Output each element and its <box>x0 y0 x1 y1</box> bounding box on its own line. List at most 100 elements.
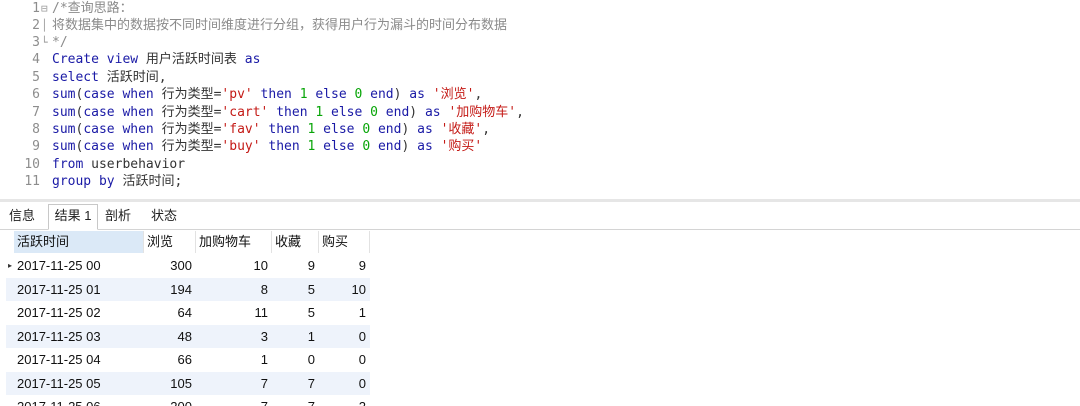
line-number: 4 <box>32 52 40 67</box>
table-row[interactable]: 2017-11-25 02 64 11 5 1 <box>6 301 370 325</box>
code-text: Create view 用户活跃时间表 as <box>52 51 260 69</box>
table-cell[interactable]: 2 <box>319 395 370 406</box>
code-token: sum <box>52 87 76 102</box>
tab-0[interactable]: 信息 <box>0 205 44 228</box>
code-token: end <box>377 105 410 120</box>
sql-editor[interactable]: 1 ⊟/*查询思路： 2 │ 将数据集中的数据按不同时间维度进行分组，获得用户行为漏斗的… <box>0 0 1080 200</box>
table-row[interactable]: 2017-11-25 04 66 1 0 0 <box>6 348 370 372</box>
code-text: sum(case when 行为类型='pv' then 1 else 0 en… <box>52 86 482 104</box>
table-cell[interactable]: 200 <box>144 395 196 406</box>
code-token: select <box>52 70 107 85</box>
table-cell[interactable]: 7 <box>272 372 319 396</box>
table-cell[interactable]: 11 <box>196 301 272 325</box>
table-cell[interactable]: 1 <box>319 301 370 325</box>
column-header[interactable]: 购买 <box>319 231 370 253</box>
table-cell[interactable]: 7 <box>272 395 319 406</box>
table-cell[interactable]: 9 <box>272 254 319 278</box>
code-token: ) <box>401 139 418 154</box>
code-token: 活跃时间; <box>122 174 183 189</box>
table-cell[interactable]: 5 <box>272 278 319 302</box>
table-cell[interactable]: 48 <box>144 325 196 349</box>
code-token: '收藏' <box>440 122 483 137</box>
result-grid[interactable]: 活跃时间 浏览 加购物车 收藏 购买 ▸ 2017-11-25 00 300 10 9 9 2017-… <box>6 231 376 406</box>
table-cell[interactable]: 2017-11-25 01 <box>17 278 147 302</box>
table-cell[interactable]: 9 <box>319 254 370 278</box>
table-cell[interactable]: 300 <box>144 254 196 278</box>
table-cell[interactable]: 2017-11-25 00 <box>17 254 147 278</box>
code-text: sum(case when 行为类型='cart' then 1 else 0 … <box>52 104 524 122</box>
code-text: select 活跃时间, <box>52 69 167 87</box>
table-cell[interactable]: 2017-11-25 03 <box>17 325 147 349</box>
column-header[interactable]: 加购物车 <box>196 231 272 253</box>
table-cell[interactable]: 2017-11-25 04 <box>17 348 147 372</box>
table-cell[interactable]: 10 <box>196 254 272 278</box>
table-cell[interactable]: 7 <box>196 395 272 406</box>
table-cell[interactable]: 2017-11-25 06 <box>17 395 147 406</box>
table-cell[interactable]: 2017-11-25 05 <box>17 372 147 396</box>
table-cell[interactable]: 1 <box>272 325 319 349</box>
table-row[interactable]: 2017-11-25 06200772 <box>6 395 370 406</box>
table-cell[interactable]: 0 <box>319 325 370 349</box>
code-token: 1 <box>315 105 324 120</box>
line-number: 3 <box>32 35 40 50</box>
table-cell[interactable]: 7 <box>196 372 272 396</box>
table-cell[interactable]: 5 <box>272 301 319 325</box>
column-header[interactable]: 活跃时间 <box>14 231 144 253</box>
table-cell[interactable]: 0 <box>319 348 370 372</box>
line-number: 7 <box>32 105 40 120</box>
code-token: /*查询思路： <box>52 1 133 16</box>
tab-3[interactable]: 状态 <box>142 205 186 228</box>
tab-1[interactable]: 结果 1 <box>48 204 98 230</box>
code-token: then <box>260 139 308 154</box>
code-token: Create view <box>52 52 146 67</box>
code-token: then <box>252 87 300 102</box>
table-row[interactable]: 2017-11-25 03 48 3 1 0 <box>6 324 370 349</box>
code-token: 0 <box>370 105 378 120</box>
table-cell[interactable]: 0 <box>319 372 370 396</box>
line-number: 8 <box>32 122 40 137</box>
table-row[interactable]: 2017-11-25 01 194 8 5 10 <box>6 277 370 302</box>
code-token: , <box>516 105 524 120</box>
code-token: ) <box>409 105 425 120</box>
code-token: 活跃时间, <box>106 70 167 85</box>
code-token: then <box>260 122 308 137</box>
table-row[interactable]: ▸ 2017-11-25 00 300 10 9 9 <box>6 254 370 278</box>
fold-guide: │ <box>41 19 48 32</box>
code-token: 'cart' <box>221 105 269 120</box>
column-header[interactable]: 收藏 <box>272 231 319 253</box>
column-header[interactable]: 浏览 <box>144 231 196 253</box>
table-cell[interactable]: 64 <box>144 301 196 325</box>
line-number: 10 <box>24 157 40 172</box>
code-text: from userbehavior <box>52 156 185 174</box>
code-token: 'fav' <box>221 122 261 137</box>
code-token: 0 <box>362 122 371 137</box>
line-number: 5 <box>32 70 40 85</box>
line-number: 1 <box>32 1 40 16</box>
code-token: */ <box>52 35 68 50</box>
table-cell[interactable]: 8 <box>196 278 272 302</box>
table-cell[interactable]: 66 <box>144 348 196 372</box>
fold-toggle-icon[interactable]: ⊟ <box>41 0 51 18</box>
code-token: else <box>307 87 355 102</box>
table-cell[interactable]: 3 <box>196 325 272 349</box>
code-token: '加购物车' <box>448 105 517 120</box>
code-token: ) <box>401 122 418 137</box>
table-cell[interactable]: 2017-11-25 02 <box>17 301 147 325</box>
code-token: sum <box>52 122 76 137</box>
table-row[interactable]: 2017-11-25 05 105 7 7 0 <box>6 371 370 396</box>
table-cell[interactable]: 105 <box>144 372 196 396</box>
code-token: 用户活跃时间表 <box>145 52 245 67</box>
table-cell[interactable]: 10 <box>319 278 370 302</box>
table-cell[interactable]: 0 <box>272 348 319 372</box>
result-tabs: 信息 结果 1 剖析 状态 <box>0 202 1080 230</box>
tab-2[interactable]: 剖析 <box>97 205 139 228</box>
line-number: 6 <box>32 87 40 102</box>
code-token: case when <box>83 105 162 120</box>
code-token: 0 <box>362 139 371 154</box>
code-token: else <box>323 105 371 120</box>
table-cell[interactable]: 194 <box>144 278 196 302</box>
code-token: , <box>474 87 483 102</box>
code-token: end <box>362 87 394 102</box>
table-cell[interactable]: 1 <box>196 348 272 372</box>
code-token: end <box>370 122 402 137</box>
